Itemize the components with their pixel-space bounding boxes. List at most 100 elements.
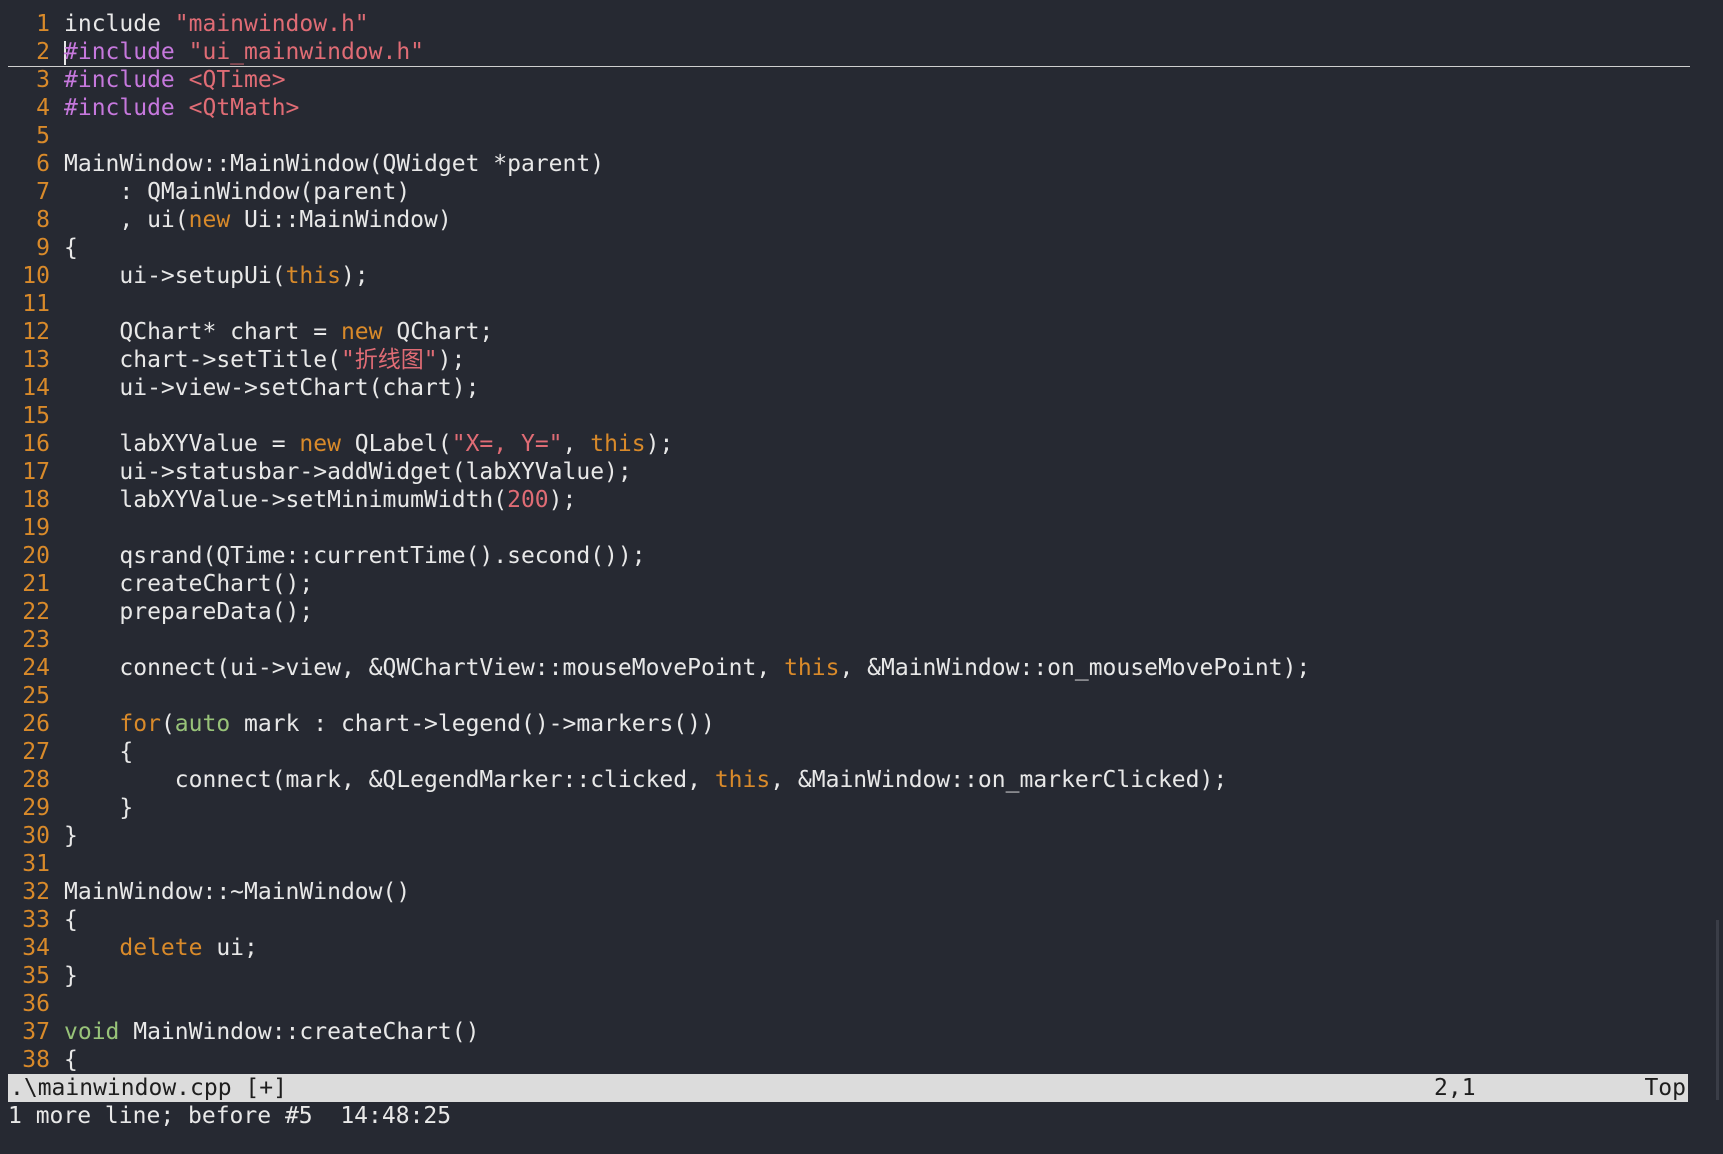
code-line[interactable]: 15 [0, 402, 1690, 430]
line-number: 27 [22, 739, 50, 765]
line-number: 14 [22, 375, 50, 401]
code-line[interactable]: 11 [0, 290, 1690, 318]
token-kw: delete [119, 935, 203, 961]
code-line-current[interactable]: 2 #include "ui_mainwindow.h" [0, 38, 1690, 67]
line-number: 24 [22, 655, 50, 681]
code-line[interactable]: 16 labXYValue = new QLabel("X=, Y=", thi… [0, 430, 1690, 458]
line-number: 12 [22, 319, 50, 345]
code-text: connect(mark, &QLegendMarker::clicked, t… [64, 767, 1227, 793]
code-line[interactable]: 12 QChart* chart = new QChart; [0, 318, 1690, 346]
code-text: connect(ui->view, &QWChartView::mouseMov… [64, 655, 1310, 681]
code-text: { [64, 1047, 78, 1073]
token-type: void [64, 1019, 120, 1045]
code-line[interactable]: 19 [0, 514, 1690, 542]
code-text: : QMainWindow(parent) [64, 179, 410, 205]
line-number: 29 [22, 795, 50, 821]
token-plain: ui->statusbar->addWidget(labXYValue); [64, 459, 632, 485]
token-plain: mark : chart->legend()->markers()) [230, 711, 715, 737]
command-line[interactable]: 1 more line; before #5 14:48:25 [8, 1102, 451, 1130]
token-kw: this [784, 655, 840, 681]
code-line[interactable]: 34 delete ui; [0, 934, 1690, 962]
code-line[interactable]: 26 for(auto mark : chart->legend()->mark… [0, 710, 1690, 738]
code-text: ui->view->setChart(chart); [64, 375, 479, 401]
code-text: #include <QTime> [64, 67, 286, 93]
token-plain: include [64, 11, 175, 37]
code-line[interactable]: 22 prepareData(); [0, 598, 1690, 626]
code-line[interactable]: 37 void MainWindow::createChart() [0, 1018, 1690, 1046]
code-line[interactable]: 9{ [0, 234, 1690, 262]
code-text: QChart* chart = new QChart; [64, 319, 493, 345]
code-line[interactable]: 10 ui->setupUi(this); [0, 262, 1690, 290]
token-plain: } [64, 795, 134, 821]
line-number: 31 [22, 851, 50, 877]
code-line[interactable]: 27 { [0, 738, 1690, 766]
line-number: 16 [22, 431, 50, 457]
code-text: { [64, 907, 78, 933]
code-line[interactable]: 6 MainWindow::MainWindow(QWidget *parent) [0, 150, 1690, 178]
line-number: 17 [22, 459, 50, 485]
line-number: 38 [22, 1047, 50, 1073]
code-line[interactable]: 24 connect(ui->view, &QWChartView::mouse… [0, 654, 1690, 682]
token-plain: ui->setupUi( [64, 263, 286, 289]
editor-buffer[interactable]: 1 include "mainwindow.h" 2 #include "ui_mai… [0, 10, 1690, 1074]
code-text: labXYValue = new QLabel("X=, Y=", this); [64, 431, 673, 457]
code-line[interactable]: 20 qsrand(QTime::currentTime().second())… [0, 542, 1690, 570]
token-plain: , &MainWindow::on_mouseMovePoint); [839, 655, 1311, 681]
code-line[interactable]: 29 } [0, 794, 1690, 822]
code-line[interactable]: 31 [0, 850, 1690, 878]
code-line[interactable]: 23 [0, 626, 1690, 654]
token-plain: } [64, 823, 78, 849]
line-number: 8 [36, 207, 50, 233]
token-plain: MainWindow::createChart() [119, 1019, 480, 1045]
line-number: 26 [22, 711, 50, 737]
status-scroll-indicator: Top [1644, 1075, 1686, 1101]
code-line[interactable]: 5 [0, 122, 1690, 150]
line-number: 2 [36, 39, 50, 65]
code-text: #include <QtMath> [64, 95, 299, 121]
token-plain: MainWindow::~MainWindow() [64, 879, 411, 905]
code-line[interactable]: 28 connect(mark, &QLegendMarker::clicked… [0, 766, 1690, 794]
code-line[interactable]: 8 , ui(new Ui::MainWindow) [0, 206, 1690, 234]
code-line[interactable]: 4 #include <QtMath> [0, 94, 1690, 122]
code-text: void MainWindow::createChart() [64, 1019, 479, 1045]
code-line[interactable]: 3 #include <QTime> [0, 66, 1690, 94]
token-plain: prepareData(); [64, 599, 314, 625]
status-cursor-position: 2,1 [1434, 1075, 1476, 1101]
token-str: <QTime> [188, 67, 286, 93]
line-number: 3 [36, 67, 50, 93]
token-plain: QLabel( [340, 431, 452, 457]
code-line[interactable]: 36 [0, 990, 1690, 1018]
line-number: 13 [22, 347, 50, 373]
token-str: "ui_mainwindow.h" [188, 39, 425, 65]
code-line[interactable]: 30} [0, 822, 1690, 850]
token-plain: ); [645, 431, 674, 457]
line-number: 10 [22, 263, 50, 289]
code-text: qsrand(QTime::currentTime().second()); [64, 543, 645, 569]
code-text: { [64, 739, 133, 765]
token-plain: ); [548, 487, 577, 513]
code-line[interactable]: 17 ui->statusbar->addWidget(labXYValue); [0, 458, 1690, 486]
code-line[interactable]: 13 chart->setTitle("折线图"); [0, 346, 1690, 374]
code-text: } [64, 963, 78, 989]
code-line[interactable]: 35} [0, 962, 1690, 990]
scrollbar[interactable] [1716, 920, 1719, 1100]
code-line[interactable]: 1 include "mainwindow.h" [0, 10, 1690, 38]
code-line[interactable]: 21 createChart(); [0, 570, 1690, 598]
line-number: 35 [22, 963, 50, 989]
token-plain: QChart* chart = [64, 319, 341, 345]
code-line[interactable]: 7 : QMainWindow(parent) [0, 178, 1690, 206]
code-line[interactable]: 25 [0, 682, 1690, 710]
code-line[interactable]: 18 labXYValue->setMinimumWidth(200); [0, 486, 1690, 514]
code-line[interactable]: 38 { [0, 1046, 1690, 1074]
token-plain: } [64, 963, 78, 989]
token-plain: ui->view->setChart(chart); [64, 375, 480, 401]
line-number: 1 [36, 11, 50, 37]
token-plain: labXYValue = [64, 431, 300, 457]
code-line[interactable]: 14 ui->view->setChart(chart); [0, 374, 1690, 402]
code-line[interactable]: 33 { [0, 906, 1690, 934]
code-line[interactable]: 32 MainWindow::~MainWindow() [0, 878, 1690, 906]
token-kw: for [119, 711, 161, 737]
token-plain: Ui::MainWindow) [230, 207, 452, 233]
token-plain: { [64, 235, 78, 261]
